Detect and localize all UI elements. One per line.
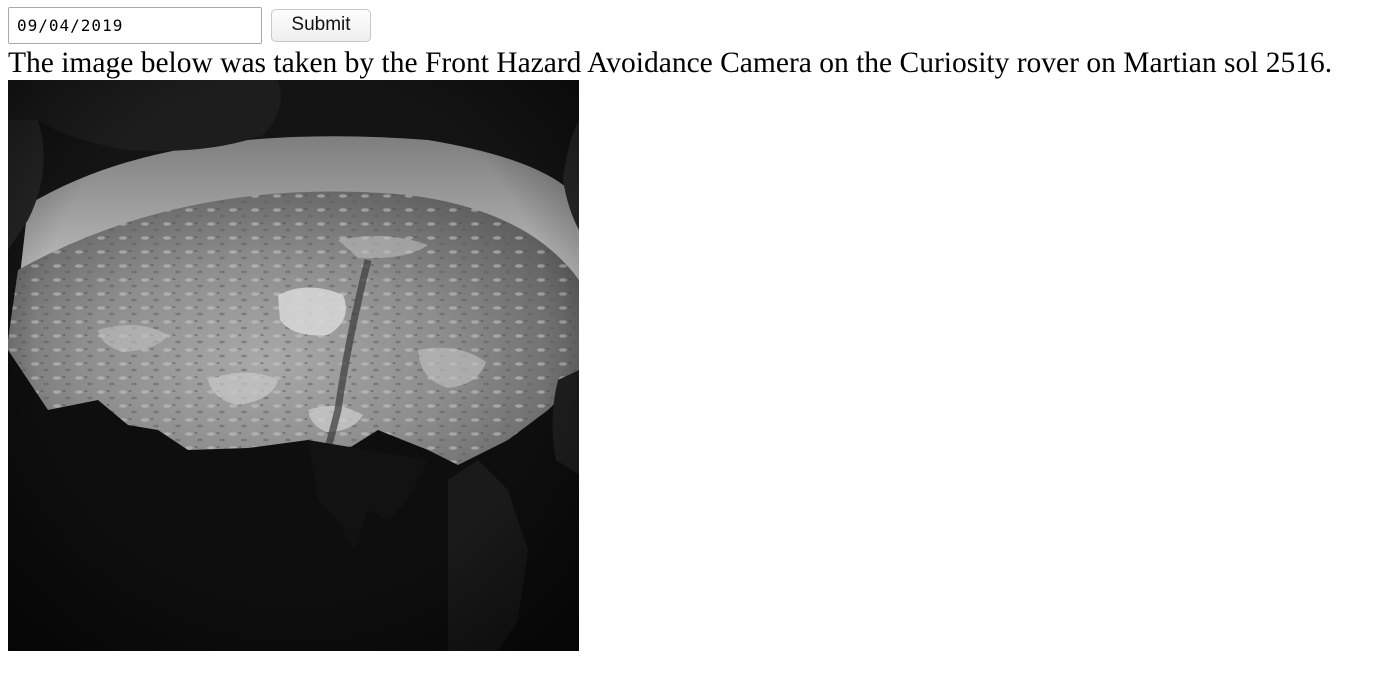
image-caption: The image below was taken by the Front H… [8,47,1333,79]
date-input[interactable] [8,6,262,44]
submit-button[interactable]: Submit [271,8,371,42]
rover-camera-image [8,80,579,651]
date-form: Submit [8,6,371,44]
